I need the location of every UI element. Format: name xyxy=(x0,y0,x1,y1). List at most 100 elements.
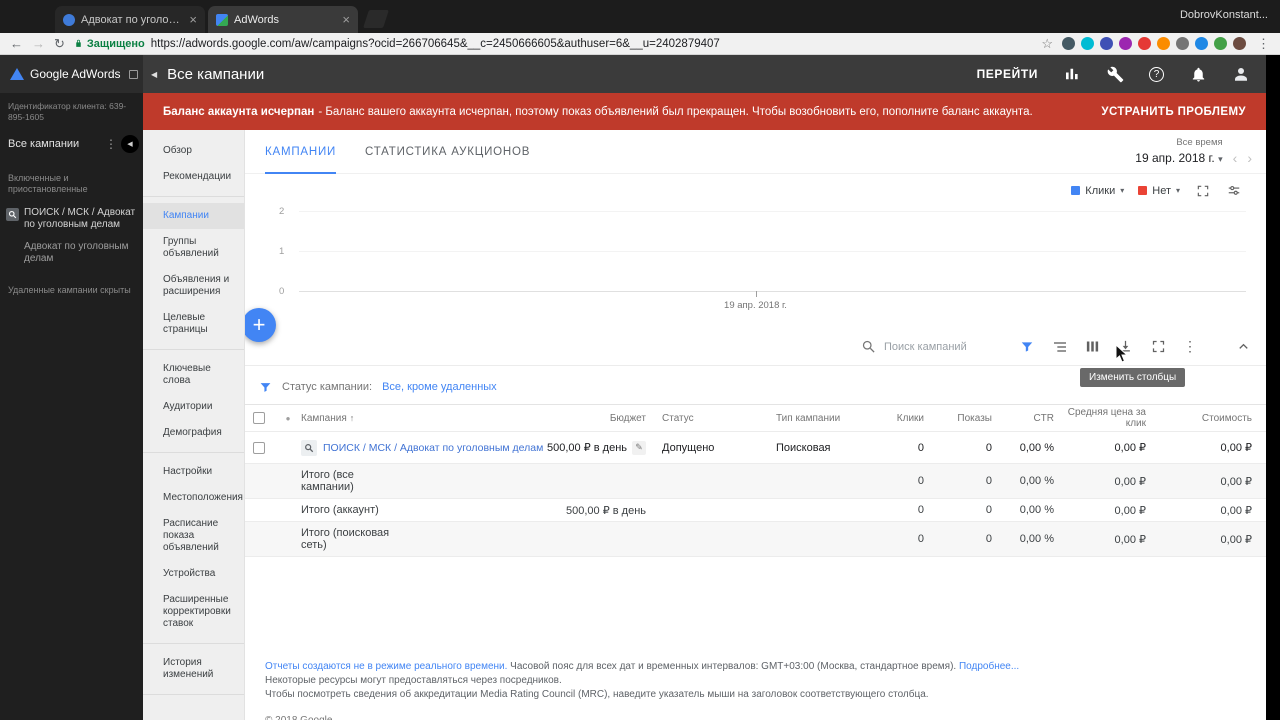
nav-item-ad-schedule[interactable]: Расписание показа объявлений xyxy=(143,511,244,561)
nav-item-campaigns[interactable]: Кампании xyxy=(143,203,244,229)
reports-icon[interactable] xyxy=(1063,65,1081,83)
nav-item-advanced-bid-adj[interactable]: Расширенные корректировки ставок xyxy=(143,587,244,637)
browser-profile-name[interactable]: DobrovKonstant... xyxy=(1180,9,1268,21)
header-impressions[interactable]: Показы xyxy=(924,413,992,424)
metric-selector-2[interactable]: Нет ▾ xyxy=(1138,185,1180,197)
extension-icon[interactable] xyxy=(1195,37,1208,50)
nav-item-recommendations[interactable]: Рекомендации xyxy=(143,164,244,190)
browser-tab-adwords[interactable]: AdWords × xyxy=(208,6,358,33)
caret-down-icon: ▾ xyxy=(1175,186,1180,195)
row-checkbox[interactable] xyxy=(253,441,265,454)
browser-tab-site[interactable]: Адвокат по уголовным делам × xyxy=(55,6,205,33)
campaign-search[interactable] xyxy=(861,339,994,354)
realtime-note-link[interactable]: Отчеты создаются не в режиме реального в… xyxy=(265,661,507,672)
refresh-icon[interactable]: ↻ xyxy=(54,37,65,50)
extension-icon[interactable] xyxy=(1081,37,1094,50)
forward-icon[interactable]: → xyxy=(32,37,45,50)
learn-more-link[interactable]: Подробнее... xyxy=(959,661,1019,672)
omnibox[interactable]: Защищено https://adwords.google.com/aw/c… xyxy=(74,36,1053,52)
header-clicks[interactable]: Клики xyxy=(866,413,924,424)
bookmark-star-icon[interactable]: ☆ xyxy=(1041,36,1053,52)
search-campaign-type-icon xyxy=(301,439,317,456)
extension-icon[interactable] xyxy=(1214,37,1227,50)
campaign-name-link[interactable]: ПОИСК / МСК / Адвокат по уголовным делам xyxy=(323,442,543,454)
filter-value-link[interactable]: Все, кроме удаленных xyxy=(382,381,497,393)
extension-icon[interactable] xyxy=(1119,37,1132,50)
extension-icon[interactable] xyxy=(1176,37,1189,50)
tab-campaigns[interactable]: КАМПАНИИ xyxy=(265,130,337,174)
metric-selector-1[interactable]: Клики ▾ xyxy=(1071,185,1124,197)
tab-title: Адвокат по уголовным делам xyxy=(81,13,183,26)
select-all-checkbox[interactable] xyxy=(253,412,265,424)
browser-menu-icon[interactable]: ⋮ xyxy=(1255,36,1270,52)
tree-campaign-item[interactable]: ПОИСК / МСК / Адвокат по уголовным делам xyxy=(0,199,143,235)
collapse-panel-icon[interactable]: ◀ xyxy=(151,70,157,79)
header-campaign[interactable]: Кампания ↑ xyxy=(301,413,531,424)
back-icon[interactable]: ← xyxy=(10,37,23,50)
filter-icon[interactable] xyxy=(1018,338,1035,355)
header-type[interactable]: Тип кампании xyxy=(746,413,866,424)
page-title: Все кампании xyxy=(167,65,265,83)
next-period-icon[interactable]: › xyxy=(1247,151,1252,165)
more-options-icon[interactable]: ⋮ xyxy=(1183,338,1197,355)
date-range-picker[interactable]: Все время 19 апр. 2018 г. ▾ ‹ › xyxy=(1135,137,1252,165)
nav-item-audiences[interactable]: Аудитории xyxy=(143,394,244,420)
columns-icon[interactable] xyxy=(1084,338,1101,355)
new-tab-button[interactable] xyxy=(363,10,389,28)
tree-collapse-button[interactable]: ◀ xyxy=(121,135,139,153)
nav-item-ads-extensions[interactable]: Объявления и расширения xyxy=(143,267,244,305)
search-input[interactable] xyxy=(884,340,994,353)
cost-value: 0,00 ₽ xyxy=(1220,475,1252,488)
account-balance-alert: Баланс аккаунта исчерпан - Баланс вашего… xyxy=(143,93,1266,130)
impressions-value: 0 xyxy=(985,533,992,545)
impressions-value: 0 xyxy=(985,475,992,487)
tools-wrench-icon[interactable] xyxy=(1106,65,1124,83)
expand-chart-icon[interactable] xyxy=(1194,182,1211,199)
nav-item-keywords[interactable]: Ключевые слова xyxy=(143,356,244,394)
browser-address-bar: ← → ↻ Защищено https://adwords.google.co… xyxy=(0,33,1280,55)
tree-all-campaigns[interactable]: Все кампании ⋮ ◀ xyxy=(0,127,143,161)
x-axis-tick xyxy=(755,291,757,297)
nav-item-devices[interactable]: Устройства xyxy=(143,561,244,587)
tab-close-icon[interactable]: × xyxy=(342,13,350,26)
nav-item-settings[interactable]: Настройки xyxy=(143,459,244,485)
fullscreen-icon[interactable] xyxy=(1150,338,1167,355)
tab-auction-insights[interactable]: СТАТИСТИКА АУКЦИОНОВ xyxy=(365,130,530,174)
notifications-bell-icon[interactable] xyxy=(1189,65,1207,83)
segment-icon[interactable] xyxy=(1051,338,1068,355)
beta-badge xyxy=(128,69,138,79)
header-cost[interactable]: Стоимость xyxy=(1146,413,1266,424)
nav-item-ad-groups[interactable]: Группы объявлений xyxy=(143,229,244,267)
date-range-value[interactable]: 19 апр. 2018 г. ▾ xyxy=(1135,151,1222,165)
alert-message: - Баланс вашего аккаунта исчерпан, поэто… xyxy=(318,105,1033,118)
tree-adgroup-item[interactable]: Адвокат по уголовным делам xyxy=(0,235,143,269)
extension-icon[interactable] xyxy=(1138,37,1151,50)
extension-icon[interactable] xyxy=(1157,37,1170,50)
nav-item-overview[interactable]: Обзор xyxy=(143,138,244,164)
tab-close-icon[interactable]: × xyxy=(189,13,197,26)
collapse-table-icon[interactable] xyxy=(1235,338,1252,355)
extension-icon[interactable] xyxy=(1062,37,1075,50)
extension-icon[interactable] xyxy=(1233,37,1246,50)
chart-settings-icon[interactable] xyxy=(1225,182,1242,199)
header-budget[interactable]: Бюджет xyxy=(531,413,646,424)
url-text[interactable]: https://adwords.google.com/aw/campaigns?… xyxy=(151,38,720,50)
tree-hidden-note: Удаленные кампании скрыты xyxy=(8,285,131,295)
fix-problem-button[interactable]: УСТРАНИТЬ ПРОБЛЕМУ xyxy=(1101,106,1246,118)
avatar[interactable] xyxy=(1232,65,1250,83)
help-icon[interactable]: ? xyxy=(1149,66,1164,82)
edit-budget-icon[interactable]: ✎ xyxy=(632,440,646,455)
header-avg-cpc[interactable]: Средняя цена за клик xyxy=(1054,407,1146,429)
extension-icon[interactable] xyxy=(1100,37,1113,50)
nav-item-change-history[interactable]: История изменений xyxy=(143,650,244,688)
nav-item-demographics[interactable]: Демография xyxy=(143,420,244,446)
nav-item-landing-pages[interactable]: Целевые страницы xyxy=(143,305,244,343)
go-to-button[interactable]: ПЕРЕЙТИ xyxy=(977,67,1038,81)
y-tick: 0 xyxy=(279,286,285,297)
adwords-logo[interactable]: Google AdWords xyxy=(0,55,143,93)
tree-more-icon[interactable]: ⋮ xyxy=(105,137,117,151)
prev-period-icon[interactable]: ‹ xyxy=(1233,151,1238,165)
header-status[interactable]: Статус xyxy=(646,413,746,424)
header-ctr[interactable]: CTR xyxy=(992,413,1054,424)
nav-item-locations[interactable]: Местоположения xyxy=(143,485,244,511)
